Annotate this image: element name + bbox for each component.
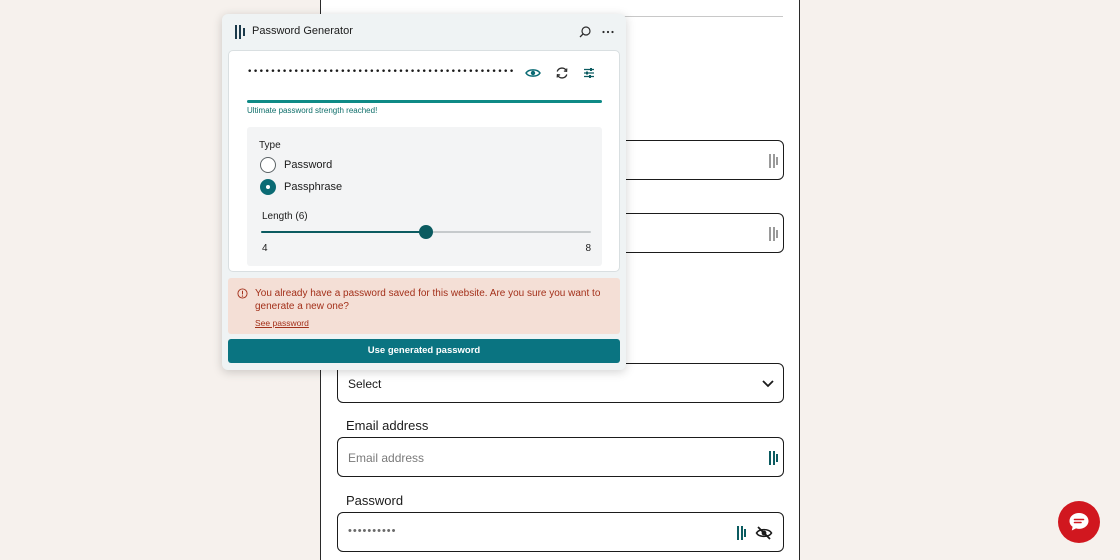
chat-button[interactable] — [1058, 501, 1100, 543]
info-circle-icon — [237, 288, 248, 299]
email-label: Email address — [346, 418, 429, 433]
select-value: Select — [348, 377, 382, 391]
refresh-icon[interactable] — [553, 64, 571, 82]
popup-header: Password Generator — [222, 14, 626, 50]
generator-card: ••••••••••••••••••••••••••••••••••••••••… — [228, 50, 620, 272]
length-label: Length (6) — [262, 211, 308, 222]
type-label: Type — [259, 140, 281, 151]
dashlane-logo-icon[interactable] — [769, 451, 779, 465]
strength-message: Ultimate password strength reached! — [247, 106, 378, 115]
dashlane-logo-icon[interactable] — [769, 154, 779, 168]
generated-password: ••••••••••••••••••••••••••••••••••••••••… — [247, 67, 515, 77]
length-slider[interactable] — [261, 225, 591, 239]
eye-icon[interactable] — [524, 64, 542, 82]
radio-button[interactable] — [260, 179, 276, 195]
password-label: Password — [346, 493, 404, 508]
dashlane-logo-icon[interactable] — [769, 227, 779, 241]
length-max: 8 — [585, 243, 591, 254]
eye-off-icon[interactable] — [755, 524, 773, 542]
popup-title: Password Generator — [252, 25, 353, 37]
email-placeholder: Email address — [348, 451, 425, 465]
password-value: •••••••••• — [348, 525, 397, 537]
dashlane-logo-icon[interactable] — [737, 526, 747, 540]
length-min: 4 — [262, 243, 268, 254]
dashlane-logo-icon — [235, 25, 247, 39]
settings-sliders-icon[interactable] — [580, 64, 598, 82]
email-field[interactable]: Email address — [337, 437, 784, 477]
more-icon[interactable] — [599, 23, 617, 41]
chat-bubble-icon — [1069, 513, 1089, 531]
radio-label: Passphrase — [284, 181, 343, 193]
slider-fill — [261, 231, 426, 233]
duplicate-password-warning: You already have a password saved for th… — [228, 278, 620, 334]
generator-options: Type Password Passphrase Length (6) 4 8 — [247, 127, 602, 266]
password-field[interactable]: •••••••••• — [337, 512, 784, 552]
slider-thumb[interactable] — [419, 225, 433, 239]
strength-meter — [247, 100, 602, 103]
radio-password[interactable]: Password — [259, 157, 459, 175]
see-password-link[interactable]: See password — [255, 318, 309, 328]
radio-button[interactable] — [260, 157, 276, 173]
password-generator-popup: Password Generator •••••••••••••••••••••… — [222, 14, 626, 370]
warning-message: You already have a password saved for th… — [255, 288, 601, 312]
search-icon[interactable] — [576, 23, 594, 41]
use-generated-password-button[interactable]: Use generated password — [228, 339, 620, 363]
radio-passphrase[interactable]: Passphrase — [259, 179, 459, 197]
chevron-down-icon — [762, 380, 774, 388]
radio-label: Password — [284, 159, 333, 171]
